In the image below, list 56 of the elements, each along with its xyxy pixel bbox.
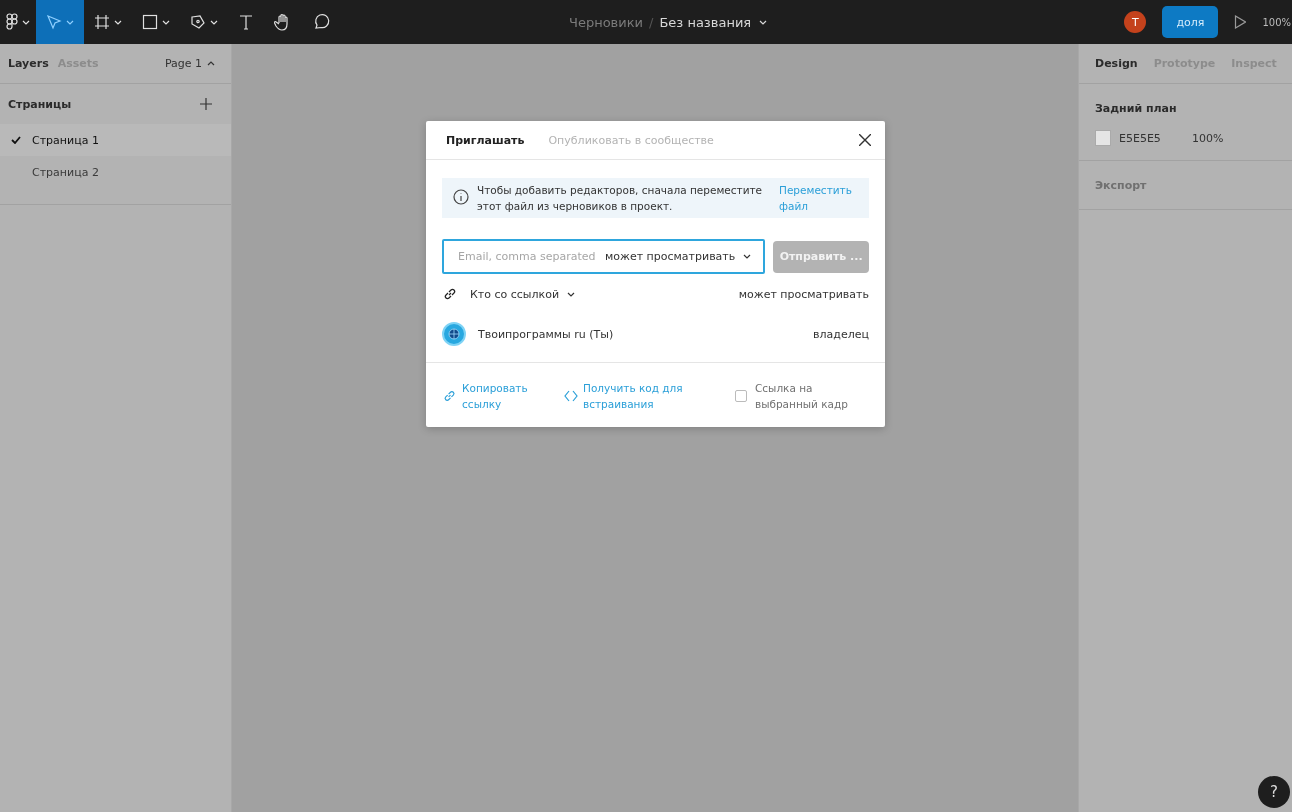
file-name-button[interactable]: Без названия [659,14,768,30]
checkbox[interactable] [735,390,747,402]
caret-icon [114,19,122,25]
member-name: Твоипрограммы ru (Ты) [478,327,614,341]
panel-tab[interactable]: Design [1095,57,1138,70]
embed-code-button[interactable]: Получить код для встраивания [564,380,735,412]
cursor-arrow-icon [46,14,62,30]
square-icon [142,14,158,30]
play-icon [1234,15,1247,29]
speech-bubble-icon [312,13,330,31]
page-item[interactable]: Страница 2 [0,156,231,188]
figma-logo-icon [6,13,18,31]
caret-icon [22,19,30,25]
caret-icon [567,291,576,297]
info-text: Чтобы добавить редакторов, сначала переместите этот файл из черновиков в проект. [477,183,764,214]
info-icon [453,189,469,205]
link-access-dropdown[interactable]: Кто со ссылкой [470,287,576,301]
member-role: владелец [813,327,869,341]
close-icon [859,134,871,146]
plus-icon [200,98,212,110]
breadcrumb-link[interactable]: Черновики [569,14,644,30]
panel-tab[interactable]: Layers [8,57,49,70]
caret-icon [210,19,218,25]
color-hex-value[interactable]: E5E5E5 [1119,131,1192,145]
caret-icon [759,19,768,25]
permission-text: может просматривать [738,287,869,301]
link-label: Копировать ссылку [462,381,529,412]
section-title: Экспорт [1095,179,1148,192]
code-brackets-icon [564,390,578,402]
copy-link-button[interactable]: Копировать ссылку [442,380,564,412]
close-button[interactable] [859,134,871,146]
page-item[interactable]: Страница 1 [0,124,231,156]
breadcrumb-separator: / [649,14,654,30]
section-title: Страницы [8,97,72,111]
link-icon [442,286,458,302]
globe-avatar-icon [442,322,466,346]
user-avatar[interactable]: T [1124,11,1147,33]
opacity-value[interactable]: 100% [1192,131,1224,145]
color-swatch[interactable] [1095,130,1111,146]
dialog-tab[interactable]: Приглашать [446,133,525,147]
page-selector[interactable]: Page 1 [164,57,215,70]
pen-nib-icon [190,14,206,30]
link-icon [442,388,458,404]
caret-icon [66,19,74,25]
share-button[interactable]: доля [1162,6,1219,38]
caret-icon [207,61,215,66]
permission-dropdown[interactable]: может просматривать [605,250,752,263]
section-title: Задний план [1095,102,1178,115]
checkbox-label: Ссылка на выбранный кадр [755,381,849,412]
zoom-level[interactable]: 100% [1262,16,1292,28]
caret-icon [743,254,752,259]
check-icon [11,136,21,144]
link-label: Получить код для встраивания [583,381,684,412]
caret-icon [162,19,170,25]
frame-icon [94,14,110,30]
text-icon [238,14,254,30]
